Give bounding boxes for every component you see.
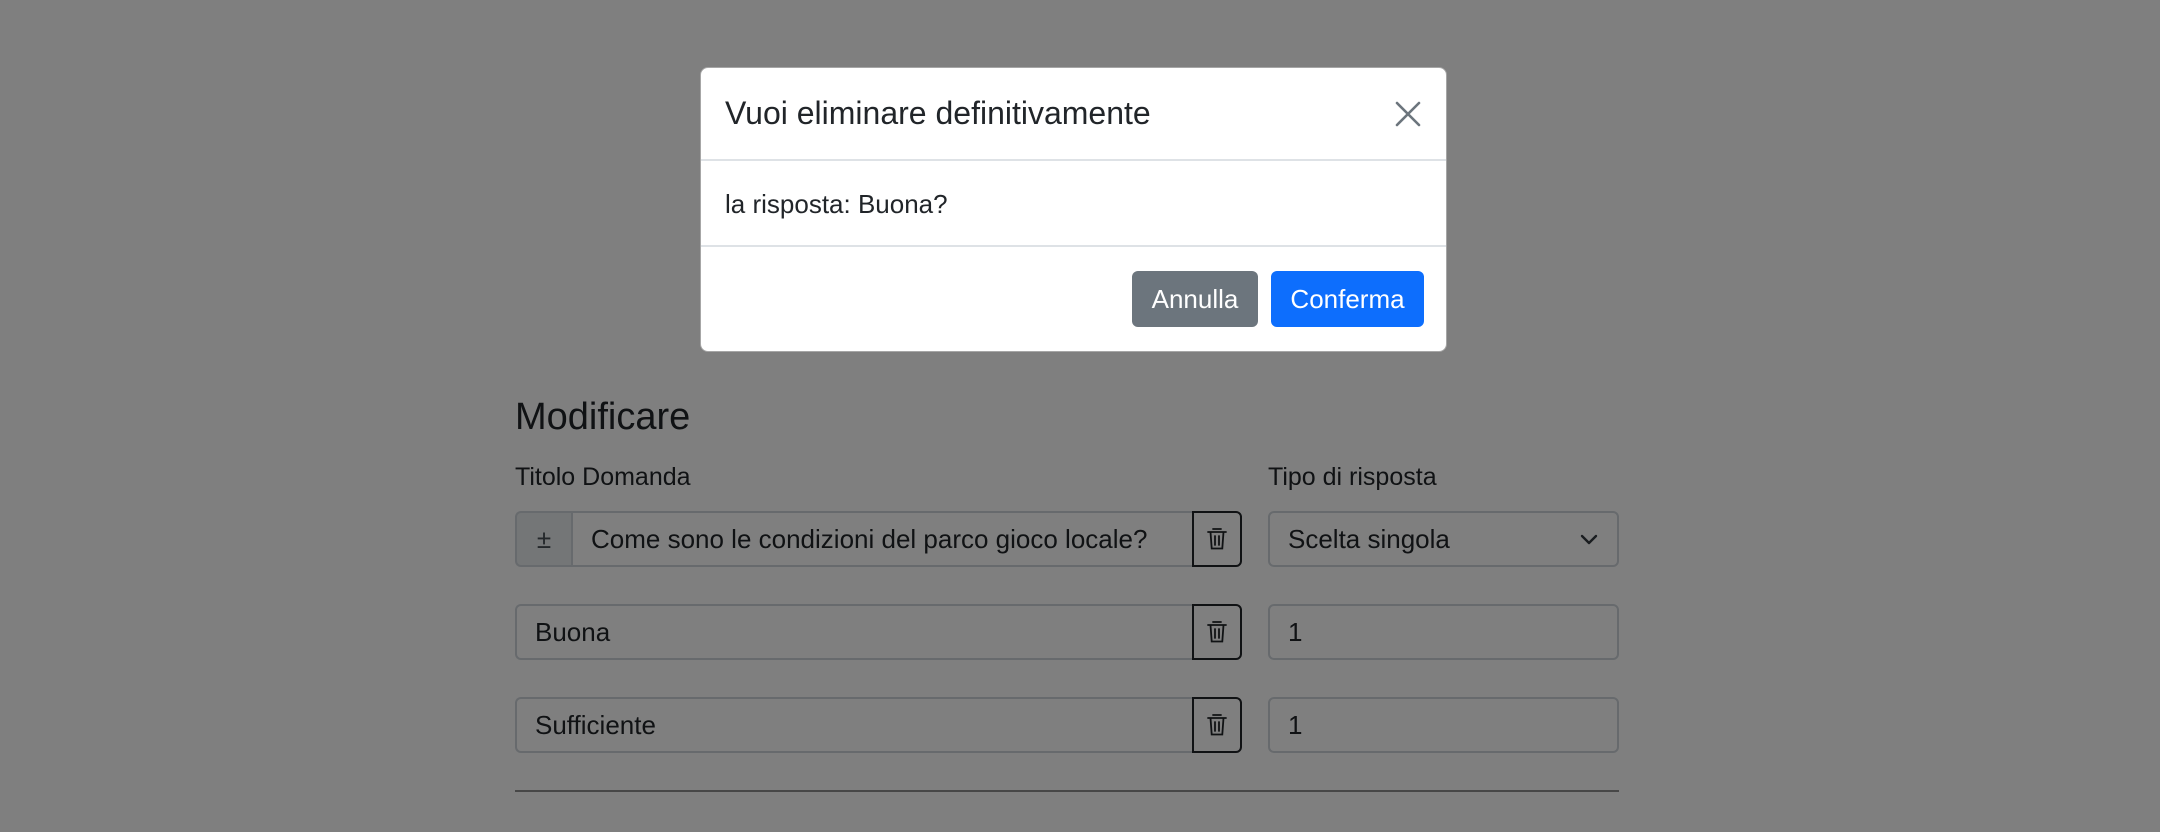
confirm-delete-modal: Vuoi eliminare definitivamente la rispos… [700, 67, 1447, 352]
cancel-button[interactable]: Annulla [1132, 271, 1258, 327]
modal-body-text: la risposta: Buona? [725, 189, 948, 219]
modal-footer: Annulla Conferma [701, 247, 1446, 351]
close-icon [1395, 101, 1421, 127]
confirm-button[interactable]: Conferma [1271, 271, 1424, 327]
modal-title: Vuoi eliminare definitivamente [725, 95, 1151, 131]
modal-header: Vuoi eliminare definitivamente [701, 68, 1446, 161]
close-button[interactable] [1388, 94, 1428, 134]
modal-body: la risposta: Buona? [701, 161, 1446, 247]
